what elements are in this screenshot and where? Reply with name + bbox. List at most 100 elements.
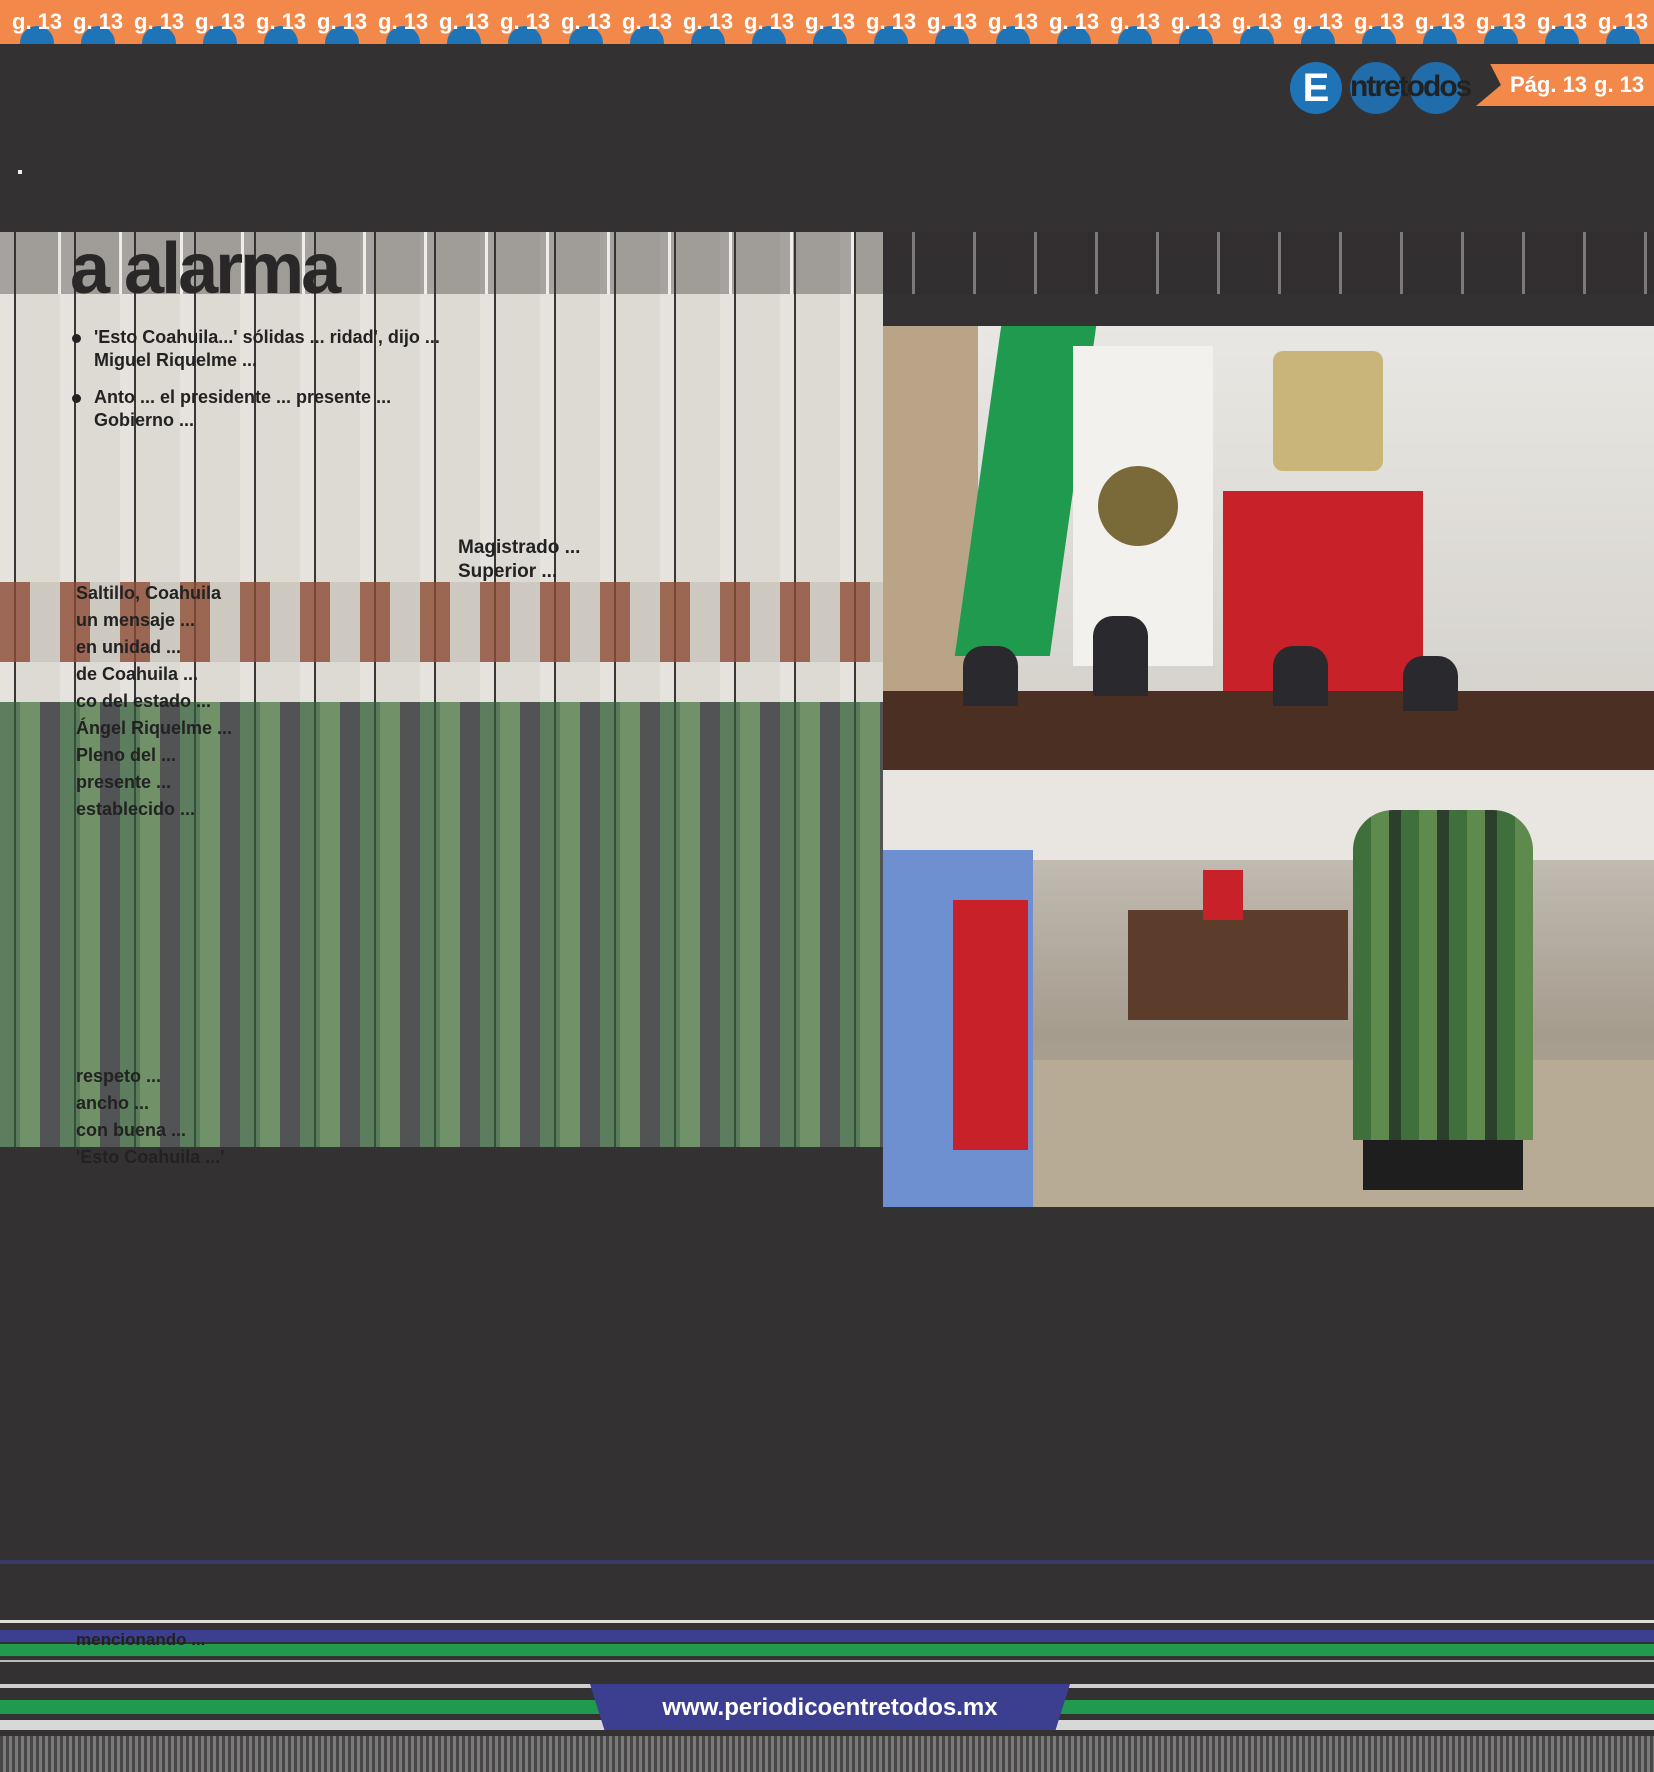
page-strip-cell: g. 13 xyxy=(1409,0,1470,44)
page-strip-label: g. 13 xyxy=(1171,9,1222,34)
page-strip-label: g. 13 xyxy=(805,9,856,34)
official-figure xyxy=(1403,656,1458,711)
page-strip-cell: g. 13 xyxy=(128,0,189,44)
bullet-icon xyxy=(72,394,81,403)
caption-line: Magistrado ... xyxy=(458,537,581,558)
page-strip-label: g. 13 xyxy=(1232,9,1283,34)
footer-rule xyxy=(0,1560,1654,1564)
stray-mark xyxy=(18,170,22,174)
soldiers-group xyxy=(1353,810,1533,1140)
speaker-figure xyxy=(1093,616,1148,696)
page-strip-label: g. 13 xyxy=(561,9,612,34)
page-number-echo: g. 13 xyxy=(1594,72,1645,97)
bullet-list: 'Esto Coahuila...' sólidas ... ridad', d… xyxy=(72,326,472,432)
footer-rule xyxy=(0,1660,1654,1662)
footer-rule xyxy=(0,1630,1654,1642)
page-strip-cell: g. 13 xyxy=(1287,0,1348,44)
photo-soldiers-chamber xyxy=(883,770,1654,1207)
page-strip-label: g. 13 xyxy=(1476,9,1527,34)
website-url[interactable]: www.periodicoentretodos.mx xyxy=(590,1694,1070,1722)
page-strip-label: g. 13 xyxy=(744,9,795,34)
top-page-strip: g. 13 g. 13 g. 13 g. 13 g. 13 g. 13 g. 13 g. 13… xyxy=(0,0,1654,44)
page-strip-label: g. 13 xyxy=(1110,9,1161,34)
page-strip-cell: g. 13 xyxy=(372,0,433,44)
footer-noise xyxy=(0,1736,1654,1772)
body-line: Pleno del ... xyxy=(76,745,177,765)
page-strip-label: g. 13 xyxy=(927,9,978,34)
body-line: ancho ... xyxy=(76,1093,150,1113)
page-strip-label: g. 13 xyxy=(500,9,551,34)
page-strip-cell: g. 13 xyxy=(1165,0,1226,44)
official-figure xyxy=(963,646,1018,706)
page-strip-label: g. 13 xyxy=(378,9,429,34)
bullet-text: 'Esto Coahuila...' sólidas ... ridad', d… xyxy=(94,327,440,370)
footer: mencionando ... xyxy=(0,1560,1654,1772)
page-strip-label: g. 13 xyxy=(1598,9,1649,34)
page-strip-label: g. 13 xyxy=(439,9,490,34)
article-body: Saltillo, Coahuila un mensaje ... en uni… xyxy=(76,582,496,1173)
page-strip-label: g. 13 xyxy=(73,9,124,34)
page-strip-cell: g. 13 xyxy=(1531,0,1592,44)
page-strip-cell: g. 13 xyxy=(1470,0,1531,44)
body-line: Ángel Riquelme ... xyxy=(76,718,233,738)
bullet-text: Anto ... el presidente ... presente ... … xyxy=(94,387,392,430)
page-strip-cell: g. 13 xyxy=(921,0,982,44)
body-line: de Coahuila ... xyxy=(76,664,199,684)
page-strip-label: g. 13 xyxy=(134,9,185,34)
page-strip-label: g. 13 xyxy=(866,9,917,34)
footer-text: mencionando ... xyxy=(76,1630,206,1649)
page-strip-label: g. 13 xyxy=(317,9,368,34)
bullet-icon xyxy=(72,334,81,343)
page-strip-cell: g. 13 xyxy=(6,0,67,44)
page-strip-cell: g. 13 xyxy=(1226,0,1287,44)
logo-icon: E xyxy=(1290,62,1342,114)
dateline: Saltillo, Coahuila xyxy=(76,583,222,603)
page-strip-cell: g. 13 xyxy=(1592,0,1653,44)
page-strip-label: g. 13 xyxy=(1354,9,1405,34)
page-strip-cell: g. 13 xyxy=(860,0,921,44)
caption-line: Superior ... xyxy=(458,561,558,582)
page-strip-cell: g. 13 xyxy=(738,0,799,44)
page-strip-cell: g. 13 xyxy=(1104,0,1165,44)
ceiling xyxy=(883,770,1654,860)
page-strip-cell: g. 13 xyxy=(1043,0,1104,44)
official-figure xyxy=(1273,646,1328,706)
footer-rule xyxy=(0,1620,1654,1623)
page-strip-cell: g. 13 xyxy=(555,0,616,44)
body-line: respeto ... xyxy=(76,1066,162,1086)
page-strip-cell: g. 13 xyxy=(677,0,738,44)
page-strip-label: g. 13 xyxy=(988,9,1039,34)
website-banner[interactable]: www.periodicoentretodos.mx xyxy=(590,1684,1070,1730)
body-line: un mensaje ... xyxy=(76,610,196,630)
flag-emblem xyxy=(1098,466,1178,546)
body-line: co del estado ... xyxy=(76,691,212,711)
page-strip-cell: g. 13 xyxy=(189,0,250,44)
screen-image xyxy=(953,900,1028,1150)
page-strip-label: g. 13 xyxy=(1415,9,1466,34)
page-strip-label: g. 13 xyxy=(1049,9,1100,34)
bullet-item: Anto ... el presidente ... presente ... … xyxy=(72,386,472,432)
page-strip-label: g. 13 xyxy=(256,9,307,34)
photo-caption: Magistrado ... Superior ... xyxy=(458,536,580,584)
page-strip-label: g. 13 xyxy=(683,9,734,34)
body-line: presente ... xyxy=(76,772,172,792)
page-strip-cell: g. 13 xyxy=(799,0,860,44)
page-strip-label: g. 13 xyxy=(195,9,246,34)
page-strip-label: g. 13 xyxy=(12,9,63,34)
page-strip-cell: g. 13 xyxy=(616,0,677,44)
page-strip-label: g. 13 xyxy=(1537,9,1588,34)
page-number-label: Pág. 13 xyxy=(1510,72,1588,97)
page-strip-cell: g. 13 xyxy=(1348,0,1409,44)
page-strip-cell: g. 13 xyxy=(67,0,128,44)
page-strip-label: g. 13 xyxy=(622,9,673,34)
footer-rule xyxy=(0,1644,1654,1656)
page-strip-cell: g. 13 xyxy=(982,0,1043,44)
headline: a alarma xyxy=(70,229,341,309)
page-strip-label: g. 13 xyxy=(1293,9,1344,34)
chamber-presidium xyxy=(1128,910,1348,1020)
soldier-boots xyxy=(1363,1140,1523,1190)
page-strip-cell: g. 13 xyxy=(311,0,372,44)
floor-carpet xyxy=(1033,1060,1654,1207)
body-line: 'Esto Coahuila ...' xyxy=(76,1147,225,1167)
page-number-tab: Pág. 13 g. 13 xyxy=(1476,64,1654,106)
